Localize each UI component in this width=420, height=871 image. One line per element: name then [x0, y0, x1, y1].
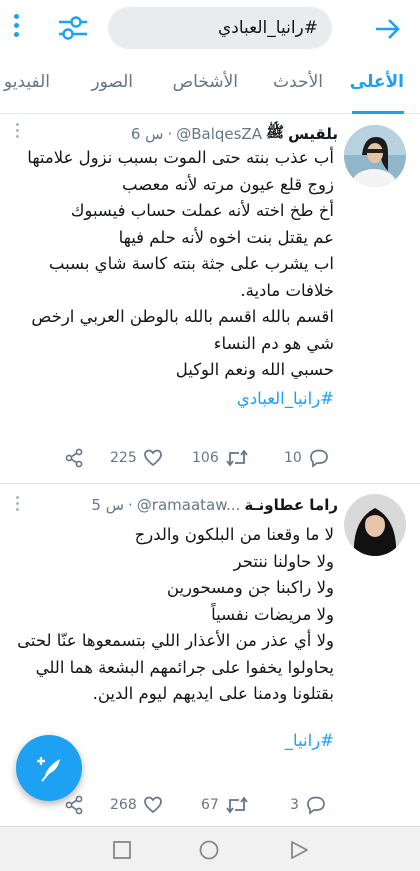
- share-button[interactable]: [64, 448, 84, 468]
- tweet-header: راما عطاونـة @ramaataw... · 5 س: [91, 496, 338, 514]
- tweet-line: ولا أي عذر من الأعذار اللي بتسمعوها عنّا…: [17, 631, 334, 703]
- tweet-actions: 225 106 10: [14, 448, 334, 472]
- back-triangle-icon[interactable]: [288, 839, 310, 861]
- avatar[interactable]: [344, 125, 406, 187]
- reply-count: 3: [290, 797, 299, 813]
- tweet-line: ولا حاولنا ننتحر: [233, 551, 334, 571]
- tweet-options-icon[interactable]: [14, 496, 20, 514]
- search-query: #رانيا_العبادي: [217, 18, 318, 38]
- more-options-icon[interactable]: [10, 14, 22, 44]
- retweet-icon: [226, 796, 248, 814]
- recent-apps-icon[interactable]: [111, 839, 133, 861]
- reply-button[interactable]: 3: [290, 795, 327, 815]
- like-button[interactable]: 268: [110, 795, 163, 815]
- separator-dot: ·: [128, 496, 133, 514]
- top-bar: #رانيا_العبادي: [0, 0, 420, 58]
- tweet-time: 5 س: [91, 496, 124, 514]
- tweet-line: اقسم بالله اقسم بالله بالوطن العربي ارخص…: [31, 307, 334, 353]
- share-icon: [65, 795, 83, 815]
- author-handle[interactable]: @BalqesZA: [176, 125, 262, 143]
- compose-tweet-button[interactable]: [16, 735, 82, 801]
- separator-dot: ·: [167, 125, 173, 143]
- active-tab-indicator: [352, 111, 404, 114]
- reply-button[interactable]: 10: [284, 448, 330, 468]
- tweet-line: ولا راكبنا جن ومسحورين: [166, 578, 334, 597]
- compose-feather-icon: [37, 757, 60, 782]
- tweet-line: زوج قلع عيون مرته لأنه معصب: [122, 174, 334, 194]
- back-arrow-icon[interactable]: [372, 14, 402, 44]
- avatar[interactable]: [344, 494, 406, 556]
- tweet-line: أب عذب بنته حتى الموت بسبب نزول علامتها: [27, 148, 334, 167]
- tab-videos[interactable]: الفيديو: [4, 72, 50, 92]
- reply-icon: [309, 449, 328, 468]
- tweet-line: حسبي الله ونعم الوكيل: [175, 360, 334, 379]
- retweet-count: 67: [201, 797, 219, 813]
- search-tabs: الأعلى الأحدث الأشخاص الصور الفيديو: [0, 58, 420, 114]
- tab-photos[interactable]: الصور: [91, 72, 133, 92]
- system-nav-bar: [0, 826, 420, 871]
- search-filter-icon[interactable]: [56, 13, 90, 43]
- tweet-line: ولا مريضات نفسياً: [211, 604, 334, 624]
- reply-icon: [307, 796, 325, 815]
- retweet-button[interactable]: 67: [201, 795, 249, 815]
- tab-latest[interactable]: الأحدث: [273, 72, 323, 92]
- search-input[interactable]: #رانيا_العبادي: [108, 7, 332, 49]
- tweet-line: أخ طخ اخته لأنه عملت حساب فيسبوك: [70, 201, 334, 220]
- heart-icon: [143, 449, 162, 467]
- author-handle[interactable]: @ramaataw...: [137, 496, 241, 514]
- tweet-time: 6 س: [130, 125, 164, 143]
- tweet-actions: 268 67 3: [14, 795, 334, 819]
- tweet-options-icon[interactable]: [14, 123, 20, 141]
- tweet[interactable]: بلقيس ﷺ @BalqesZA · 6 س أب عذب بنته حتى …: [0, 115, 420, 485]
- like-count: 268: [110, 797, 137, 813]
- author-name-suffix: ﷺ: [265, 123, 285, 141]
- like-count: 225: [110, 450, 137, 466]
- tweet-line: عم يقتل بنت اخوه لأنه حلم فيها: [118, 227, 334, 247]
- tweet-text: أب عذب بنته حتى الموت بسبب نزول علامتها …: [16, 145, 334, 412]
- heart-icon: [143, 796, 162, 814]
- tweet-line: اب يشرب على جثة بنته كاسة شاي بسبب خلافا…: [48, 254, 334, 300]
- retweet-button[interactable]: 106: [192, 448, 249, 468]
- tweet-line: لا ما وقعنا من البلكون والدرج: [134, 525, 334, 544]
- tab-people[interactable]: الأشخاص: [173, 72, 238, 92]
- share-icon: [65, 448, 83, 468]
- author-name[interactable]: راما عطاونـة: [244, 496, 338, 514]
- share-button[interactable]: [64, 795, 84, 815]
- tweet-text: لا ما وقعنا من البلكون والدرج ولا حاولنا…: [16, 522, 334, 754]
- hashtag-link[interactable]: #رانيا_العبادي: [16, 386, 334, 413]
- retweet-icon: [226, 449, 248, 467]
- tweet-header: بلقيس ﷺ @BalqesZA · 6 س: [131, 123, 338, 145]
- reply-count: 10: [284, 450, 302, 466]
- author-name[interactable]: بلقيس: [288, 125, 338, 143]
- tab-top[interactable]: الأعلى: [350, 72, 404, 92]
- like-button[interactable]: 225: [110, 448, 163, 468]
- home-icon[interactable]: [198, 839, 220, 861]
- retweet-count: 106: [192, 450, 219, 466]
